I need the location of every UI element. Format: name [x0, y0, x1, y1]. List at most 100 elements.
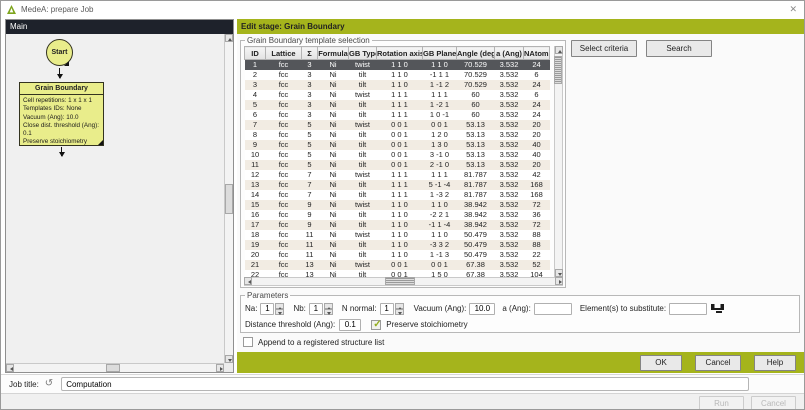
table-cell[interactable]: Ni: [318, 250, 349, 260]
table-cell[interactable]: 11: [302, 240, 318, 250]
table-cell[interactable]: fcc: [266, 210, 302, 220]
table-cell[interactable]: 20: [245, 250, 266, 260]
table-cell[interactable]: twist: [349, 260, 377, 270]
table-cell[interactable]: 11: [245, 160, 266, 170]
vacuum-field[interactable]: [469, 303, 495, 315]
table-cell[interactable]: 53.13: [457, 160, 495, 170]
table-row[interactable]: 2fcc3Nitilt1 1 0-1 1 170.5293.5326: [245, 70, 550, 80]
table-cell[interactable]: 7: [302, 170, 318, 180]
table-cell[interactable]: Ni: [318, 60, 349, 71]
table-cell[interactable]: 3.532: [495, 90, 524, 100]
table-cell[interactable]: 3 -1 0: [423, 150, 457, 160]
search-button[interactable]: Search: [646, 40, 712, 57]
table-cell[interactable]: 24: [524, 60, 550, 71]
table-cell[interactable]: 1: [245, 60, 266, 71]
table-cell[interactable]: 60: [457, 100, 495, 110]
table-row[interactable]: 16fcc9Nitilt1 1 0-2 2 138.9423.53236: [245, 210, 550, 220]
table-cell[interactable]: Ni: [318, 200, 349, 210]
table-row[interactable]: 9fcc5Nitilt0 0 11 3 053.133.53240: [245, 140, 550, 150]
table-cell[interactable]: fcc: [266, 180, 302, 190]
table-cell[interactable]: 3.532: [495, 200, 524, 210]
table-cell[interactable]: 72: [524, 220, 550, 230]
table-cell[interactable]: Ni: [318, 90, 349, 100]
table-row[interactable]: 17fcc9Nitilt1 1 0-1 1 -438.9423.53272: [245, 220, 550, 230]
table-cell[interactable]: tilt: [349, 100, 377, 110]
table-row[interactable]: 3fcc3Nitilt1 1 01 -1 270.5293.53224: [245, 80, 550, 90]
table-cell[interactable]: fcc: [266, 190, 302, 200]
table-cell[interactable]: 3.532: [495, 100, 524, 110]
table-cell[interactable]: 0 0 1: [423, 120, 457, 130]
table-cell[interactable]: 3.532: [495, 120, 524, 130]
table-cell[interactable]: Ni: [318, 210, 349, 220]
table-cell[interactable]: fcc: [266, 60, 302, 71]
table-row[interactable]: 6fcc3Nitilt1 1 11 0 -1603.53224: [245, 110, 550, 120]
table-cell[interactable]: tilt: [349, 110, 377, 120]
table-cell[interactable]: 0 0 1: [377, 140, 423, 150]
scroll-up-icon[interactable]: [555, 46, 563, 54]
scroll-down-icon[interactable]: [225, 355, 233, 363]
run-button[interactable]: Run: [699, 396, 744, 410]
spin-down-icon[interactable]: [395, 309, 404, 315]
table-cell[interactable]: 20: [524, 160, 550, 170]
table-cell[interactable]: 81.787: [457, 170, 495, 180]
table-cell[interactable]: 3: [245, 80, 266, 90]
table-cell[interactable]: 9: [302, 210, 318, 220]
table-cell[interactable]: 24: [524, 100, 550, 110]
table-cell[interactable]: 38.942: [457, 210, 495, 220]
table-cell[interactable]: fcc: [266, 170, 302, 180]
table-cell[interactable]: -3 3 2: [423, 240, 457, 250]
table-cell[interactable]: 1 2 0: [423, 130, 457, 140]
cancel-button[interactable]: Cancel: [695, 355, 741, 371]
table-cell[interactable]: 50.479: [457, 240, 495, 250]
node-resize-handle-icon[interactable]: [64, 61, 69, 66]
table-row[interactable]: 10fcc5Nitilt0 0 13 -1 053.133.53240: [245, 150, 550, 160]
table-row[interactable]: 18fcc11Nitwist1 1 01 1 050.4793.53288: [245, 230, 550, 240]
table-cell[interactable]: Ni: [318, 120, 349, 130]
table-cell[interactable]: 1 1 0: [423, 200, 457, 210]
nb-field[interactable]: [309, 303, 323, 315]
table-cell[interactable]: 38.942: [457, 200, 495, 210]
table-cell[interactable]: 60: [457, 90, 495, 100]
table-cell[interactable]: tilt: [349, 240, 377, 250]
table-cell[interactable]: tilt: [349, 150, 377, 160]
table-cell[interactable]: 60: [457, 110, 495, 120]
table-cell[interactable]: 168: [524, 180, 550, 190]
table-cell[interactable]: 2 -1 0: [423, 160, 457, 170]
table-cell[interactable]: 53.13: [457, 150, 495, 160]
table-cell[interactable]: 19: [245, 240, 266, 250]
table-cell[interactable]: 18: [245, 230, 266, 240]
table-cell[interactable]: fcc: [266, 240, 302, 250]
table-cell[interactable]: 3.532: [495, 130, 524, 140]
table-cell[interactable]: 3.532: [495, 250, 524, 260]
table-cell[interactable]: 81.787: [457, 180, 495, 190]
table-cell[interactable]: Ni: [318, 260, 349, 270]
flowchart-canvas[interactable]: Start Grain Boundary Cell repetitions: 1…: [6, 34, 233, 372]
table-cell[interactable]: 3: [302, 70, 318, 80]
table-cell[interactable]: 2: [245, 70, 266, 80]
grain-boundary-node[interactable]: Grain Boundary Cell repetitions: 1 x 1 x…: [19, 82, 104, 146]
table-row[interactable]: 11fcc5Nitilt0 0 12 -1 053.133.53220: [245, 160, 550, 170]
table-cell[interactable]: 1 1 1: [377, 170, 423, 180]
table-cell[interactable]: 0 0 1: [377, 120, 423, 130]
column-header[interactable]: GB Plane: [423, 47, 457, 60]
table-cell[interactable]: 3.532: [495, 60, 524, 71]
table-cell[interactable]: 1 1 0: [377, 80, 423, 90]
table-row[interactable]: 13fcc7Nitilt1 1 15 -1 -481.7873.532168: [245, 180, 550, 190]
scroll-right-icon[interactable]: [216, 364, 224, 372]
table-cell[interactable]: 3.532: [495, 110, 524, 120]
table-row[interactable]: 12fcc7Nitwist1 1 11 1 181.7873.53242: [245, 170, 550, 180]
table-cell[interactable]: 88: [524, 230, 550, 240]
spin-down-icon[interactable]: [324, 309, 333, 315]
column-header[interactable]: NAtoms: [524, 47, 550, 60]
table-cell[interactable]: 1 1 0: [377, 250, 423, 260]
table-cell[interactable]: 5: [302, 120, 318, 130]
table-cell[interactable]: 15: [245, 200, 266, 210]
table-cell[interactable]: fcc: [266, 120, 302, 130]
table-cell[interactable]: 50.479: [457, 250, 495, 260]
select-criteria-button[interactable]: Select criteria: [571, 40, 637, 57]
table-vertical-scrollbar[interactable]: [554, 46, 563, 277]
scrollbar-thumb[interactable]: [106, 364, 120, 372]
table-cell[interactable]: 3: [302, 110, 318, 120]
table-cell[interactable]: 88: [524, 240, 550, 250]
table-cell[interactable]: 22: [524, 250, 550, 260]
